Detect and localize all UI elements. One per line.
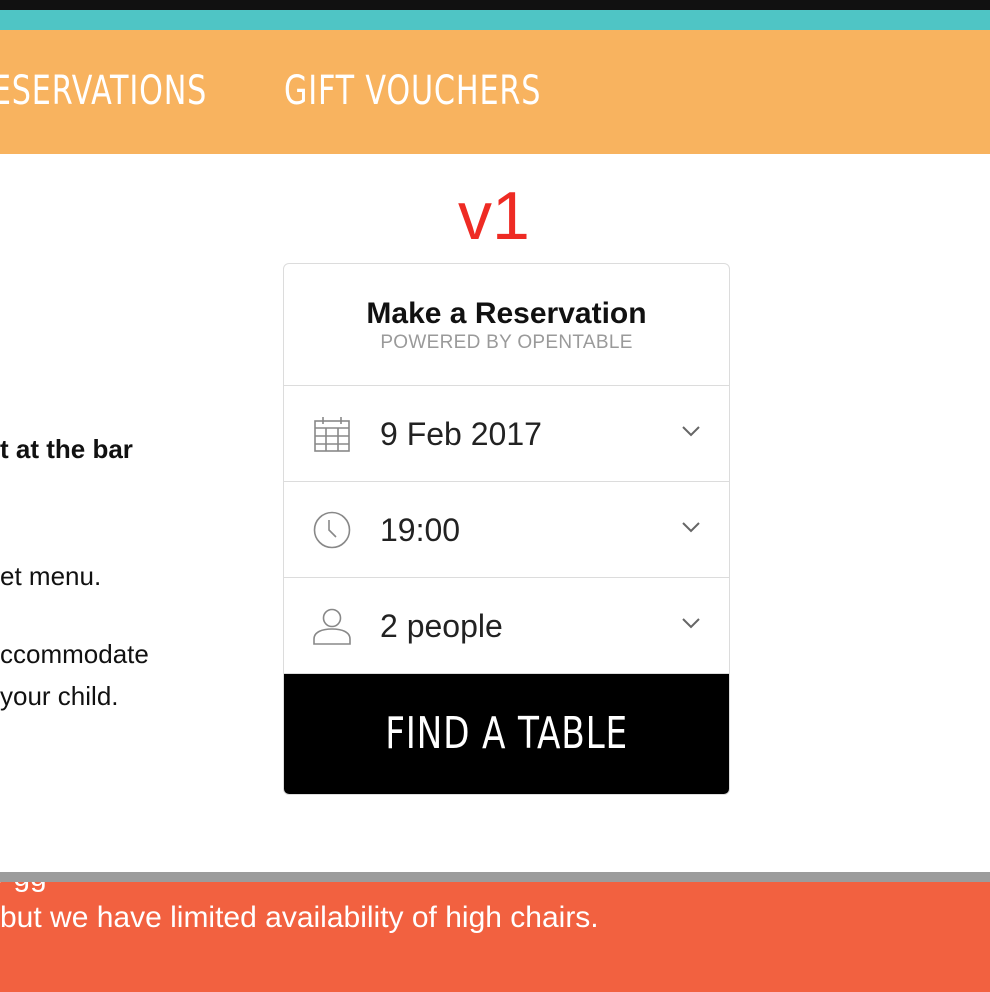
nav-reservations[interactable]: RESERVATIONS (0, 66, 207, 116)
widget-header: Make a Reservation POWERED BY OPENTABLE (284, 264, 729, 386)
top-accent-bar (0, 10, 990, 30)
chevron-down-icon (682, 426, 700, 437)
body-text-line: t at the bar (0, 434, 133, 464)
party-size-select[interactable]: 2 people (284, 578, 729, 674)
date-select[interactable]: 9 Feb 2017 (284, 386, 729, 482)
widget-title: Make a Reservation (366, 297, 647, 330)
nav-gift-vouchers[interactable]: GIFT VOUCHERS (284, 66, 541, 116)
reservation-widget: Make a Reservation POWERED BY OPENTABLE … (283, 263, 730, 795)
main-nav: RESERVATIONS GIFT VOUCHERS (0, 30, 990, 154)
version-label: v1 (458, 178, 530, 254)
footer-banner: y gg but we have limited availability of… (0, 882, 990, 992)
chevron-down-icon (682, 522, 700, 533)
clock-icon (313, 511, 351, 549)
top-dark-strip (0, 0, 990, 10)
section-divider (0, 872, 990, 882)
footer-text: but we have limited availability of high… (0, 901, 599, 934)
widget-subtitle: POWERED BY OPENTABLE (380, 332, 633, 353)
person-icon (313, 608, 351, 645)
calendar-icon (314, 417, 350, 452)
body-text-line: et menu. (0, 561, 102, 591)
party-size-value: 2 people (380, 608, 503, 644)
find-a-table-button[interactable]: FIND A TABLE (284, 674, 729, 794)
footer-partial-text: y gg (0, 882, 47, 892)
time-select[interactable]: 19:00 (284, 482, 729, 578)
chevron-down-icon (682, 618, 700, 629)
time-value: 19:00 (380, 512, 461, 548)
body-text-line: ccommodate (0, 639, 149, 669)
body-text-line: your child. (0, 681, 119, 711)
date-value: 9 Feb 2017 (380, 416, 542, 452)
find-a-table-label: FIND A TABLE (385, 708, 628, 759)
